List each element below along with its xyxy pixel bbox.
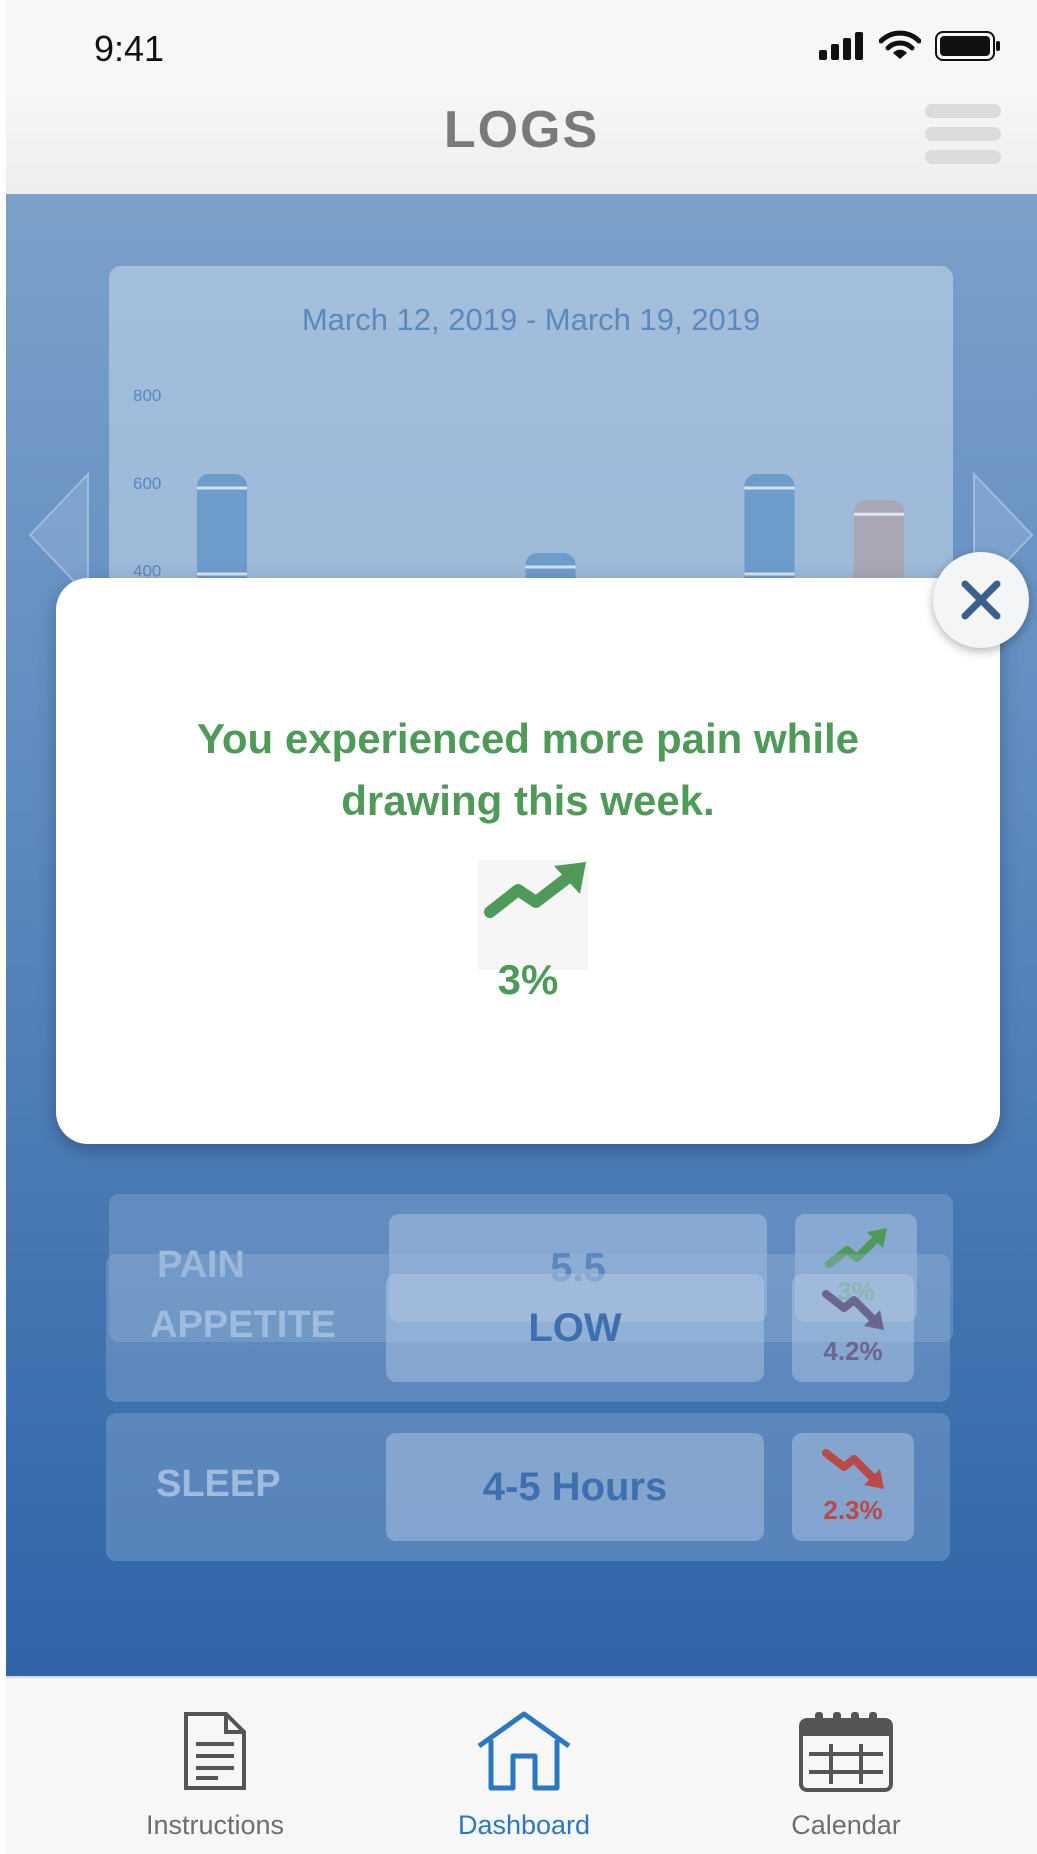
- tab-label: Dashboard: [457, 1810, 591, 1840]
- trend-down-icon: [822, 1290, 884, 1330]
- y-tick-label: 800: [133, 386, 161, 405]
- wifi-icon: [879, 30, 921, 59]
- metric-value: LOW: [386, 1274, 764, 1382]
- hamburger-menu-button[interactable]: [925, 104, 1001, 164]
- document-icon: [184, 1712, 246, 1790]
- tab-label: Instructions: [145, 1810, 285, 1840]
- metric-row-sleep[interactable]: SLEEP 4-5 Hours 2.3%: [106, 1413, 950, 1561]
- metric-trend-percent: 4.2%: [823, 1336, 883, 1366]
- tab-calendar[interactable]: Calendar: [721, 1678, 971, 1854]
- status-time: 9:41: [94, 28, 165, 69]
- metric-trend-percent: 2.3%: [823, 1495, 883, 1525]
- bottom-tab-bar: Instructions Dashboard Calendar: [6, 1676, 1037, 1854]
- trend-down-icon: [822, 1449, 884, 1489]
- modal-message: You experienced more pain while drawing …: [196, 715, 860, 824]
- modal-trend-percent: 3%: [497, 956, 559, 1003]
- close-modal-button[interactable]: [933, 552, 1029, 648]
- tab-dashboard[interactable]: Dashboard: [399, 1678, 649, 1854]
- status-icons: [819, 30, 1001, 62]
- insight-modal: You experienced more pain while drawing …: [56, 578, 1000, 1144]
- metric-value: 4-5 Hours: [386, 1433, 764, 1541]
- menu-line-icon: [925, 127, 1001, 141]
- app-screen: 9:41 LOGS March 12, 2019 - March 19, 201…: [6, 0, 1037, 1854]
- close-icon: [961, 580, 1001, 620]
- menu-line-icon: [925, 150, 1001, 164]
- trend-up-icon: [478, 860, 588, 970]
- y-tick-label: 600: [133, 474, 161, 493]
- metric-trend: 4.2%: [792, 1274, 914, 1382]
- metric-row-appetite[interactable]: APPETITE LOW 4.2%: [106, 1254, 950, 1402]
- menu-line-icon: [925, 104, 1001, 118]
- metric-label: APPETITE: [150, 1304, 336, 1346]
- tab-label: Calendar: [791, 1810, 901, 1840]
- metric-label: SLEEP: [156, 1463, 281, 1505]
- page-title: LOGS: [443, 101, 600, 159]
- signal-icon: [819, 32, 863, 60]
- home-icon: [477, 1711, 571, 1791]
- battery-icon: [935, 31, 1000, 61]
- tab-instructions[interactable]: Instructions: [90, 1678, 340, 1854]
- status-bar: 9:41: [6, 0, 1037, 90]
- app-header: LOGS: [6, 90, 1037, 194]
- metric-trend: 2.3%: [792, 1433, 914, 1541]
- calendar-icon: [799, 1712, 893, 1792]
